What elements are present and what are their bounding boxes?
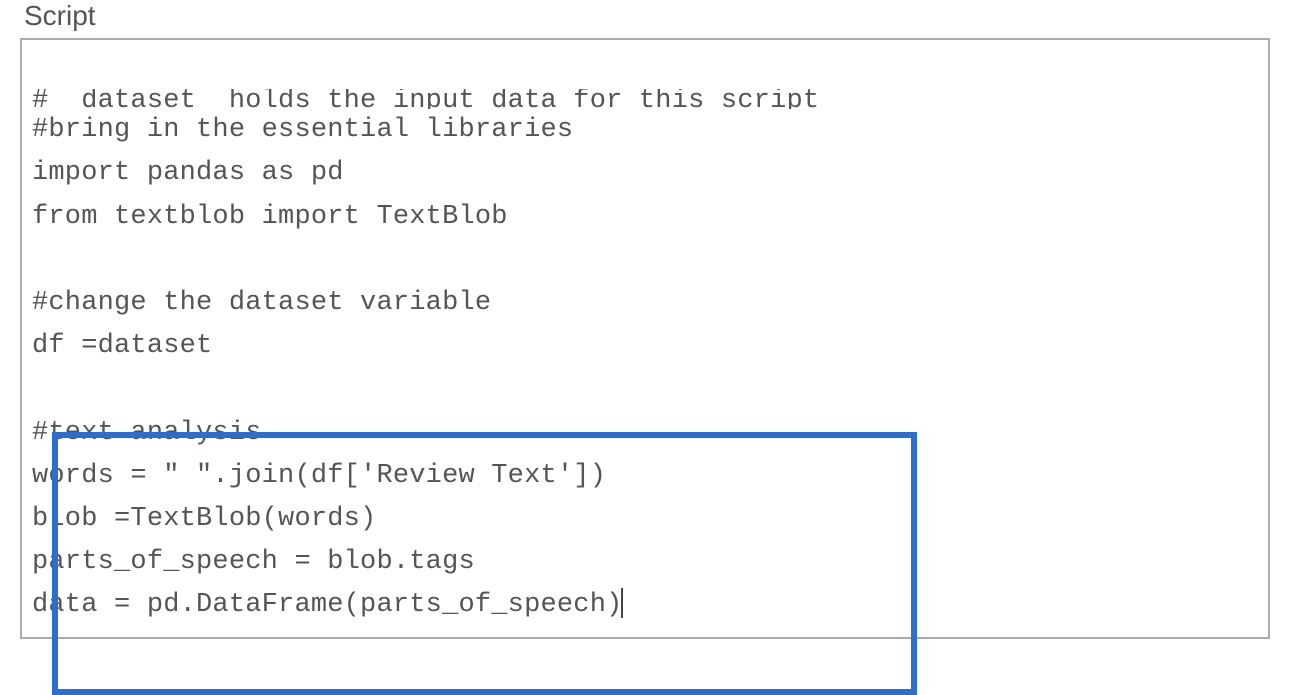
script-editor[interactable]: # dataset holds the input data for this … — [20, 38, 1270, 639]
script-panel: Script # dataset holds the input data fo… — [0, 0, 1290, 659]
code-content[interactable]: # dataset holds the input data for this … — [32, 46, 1258, 627]
code-line: import pandas as pd — [32, 158, 344, 188]
code-line: data = pd.DataFrame(parts_of_speech) — [32, 590, 623, 620]
code-line: #change the dataset variable — [32, 288, 491, 318]
code-line: blob =TextBlob(words) — [32, 504, 376, 534]
code-line: parts_of_speech = blob.tags — [32, 547, 475, 577]
code-line: #text analysis — [32, 418, 262, 448]
panel-title: Script — [20, 0, 1270, 32]
code-line: #bring in the essential libraries — [32, 115, 573, 145]
partial-top-line: # dataset holds the input data for this … — [32, 89, 1258, 109]
code-line: from textblob import TextBlob — [32, 202, 508, 232]
text-cursor — [621, 588, 623, 618]
code-line: words = " ".join(df['Review Text']) — [32, 461, 606, 491]
code-line: df =dataset — [32, 331, 212, 361]
